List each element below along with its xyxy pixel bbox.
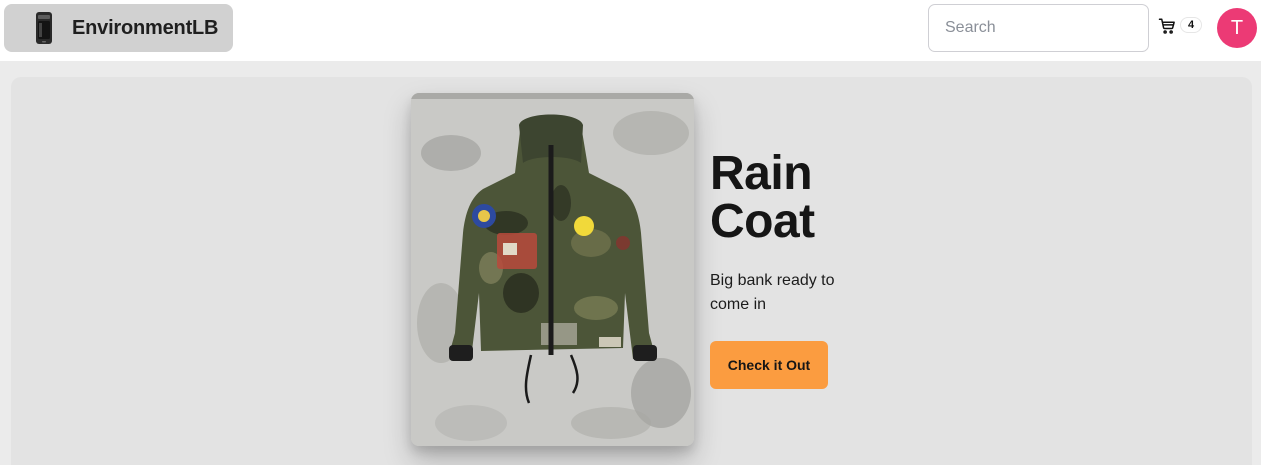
cart-icon — [1158, 17, 1176, 40]
camo-jacket-illustration — [411, 93, 694, 446]
navbar: EnvironmentLB 4 T — [0, 0, 1261, 61]
cart-count-badge: 4 — [1180, 17, 1202, 33]
phone-logo-icon — [32, 8, 56, 48]
cart-button[interactable]: 4 — [1158, 16, 1206, 40]
brand-home-link[interactable]: EnvironmentLB — [4, 4, 233, 52]
product-image — [411, 93, 694, 446]
avatar[interactable]: T — [1217, 8, 1257, 48]
brand-name: EnvironmentLB — [72, 16, 219, 39]
check-it-out-button[interactable]: Check it Out — [710, 341, 828, 389]
hero-title: Rain Coat — [710, 147, 815, 248]
search-input[interactable] — [928, 4, 1149, 52]
hero-description: Big bank ready to come in — [710, 272, 835, 313]
